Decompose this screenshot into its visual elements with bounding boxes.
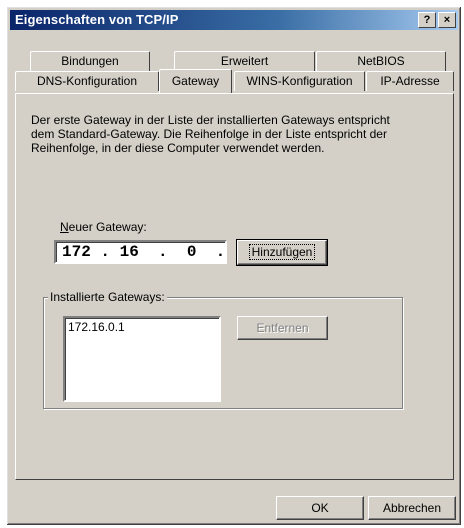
help-button[interactable]: ? xyxy=(418,12,436,28)
tab-ip-adresse[interactable]: IP-Adresse xyxy=(366,71,454,91)
gateway-description: Der erste Gateway in der Liste der insta… xyxy=(31,113,390,155)
ok-button[interactable]: OK xyxy=(276,496,364,520)
tab-gateway[interactable]: Gateway xyxy=(159,69,232,93)
tab-erweitert[interactable]: Erweitert xyxy=(174,51,315,71)
cancel-button[interactable]: Abbrechen xyxy=(368,496,456,520)
add-button[interactable]: Hinzufügen xyxy=(236,239,328,266)
cancel-button-label: Abbrechen xyxy=(382,501,442,515)
remove-button: Entfernen xyxy=(237,316,328,340)
tab-netbios[interactable]: NetBIOS xyxy=(316,51,446,71)
title-bar[interactable]: Eigenschaften von TCP/IP ? × xyxy=(10,10,458,30)
installed-gateways-label: Installierte Gateways: xyxy=(48,290,167,304)
add-button-label: Hinzufügen xyxy=(248,244,316,260)
remove-button-label: Entfernen xyxy=(256,321,309,335)
ok-button-label: OK xyxy=(311,501,329,515)
tab-bindungen[interactable]: Bindungen xyxy=(30,51,150,71)
new-gateway-label: Neuer Gateway: xyxy=(60,220,147,234)
tab-dns-konfiguration[interactable]: DNS-Konfiguration xyxy=(15,71,159,91)
window-title: Eigenschaften von TCP/IP xyxy=(15,12,179,27)
tab-wins-konfiguration[interactable]: WINS-Konfiguration xyxy=(234,71,365,91)
list-item[interactable]: 172.16.0.1 xyxy=(68,320,216,334)
installed-gateways-list[interactable]: 172.16.0.1 xyxy=(63,316,221,402)
close-button[interactable]: × xyxy=(438,12,456,28)
new-gateway-ip-input[interactable]: 172 . 16 . 0 . 1 xyxy=(54,240,254,264)
